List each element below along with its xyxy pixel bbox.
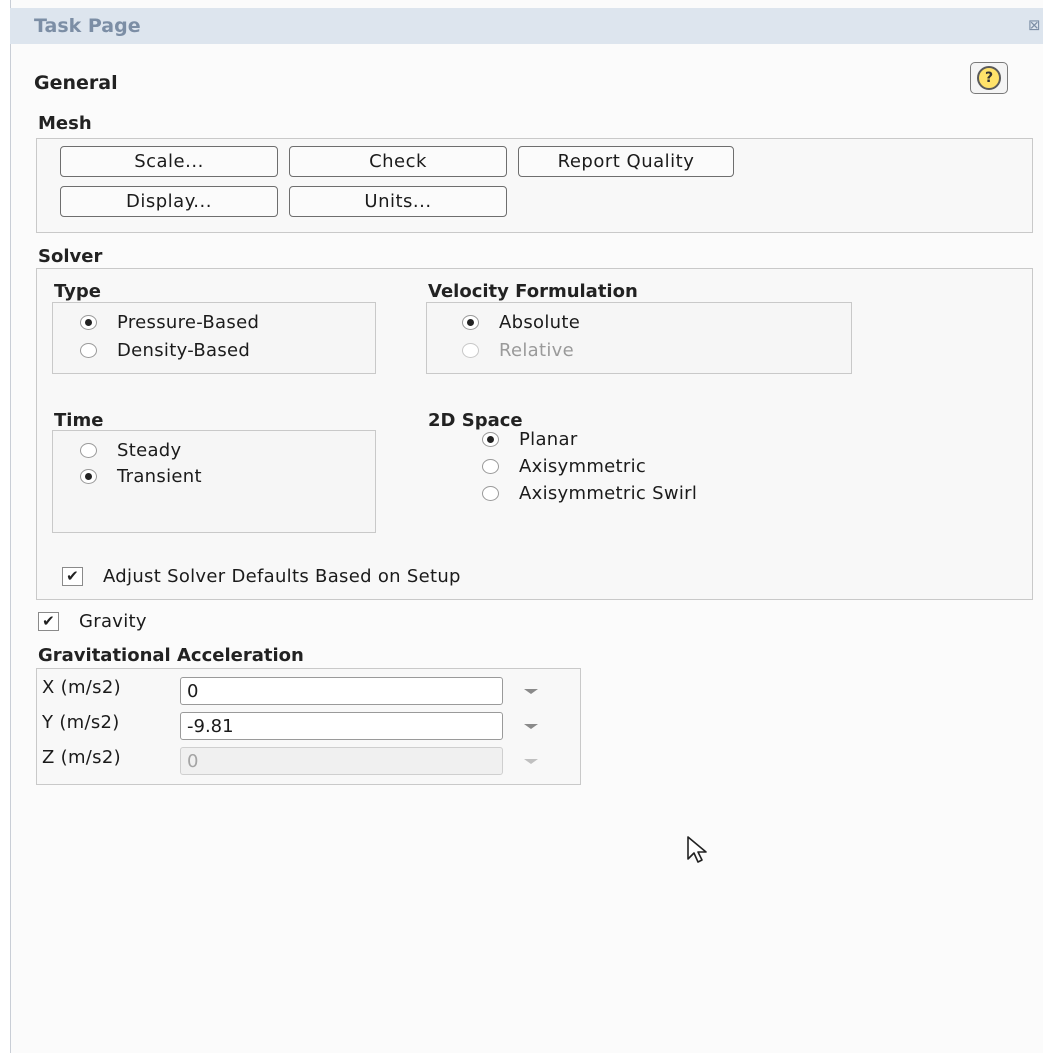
help-icon: ? xyxy=(977,66,1001,90)
close-icon[interactable]: ⊠ xyxy=(1028,16,1041,34)
y-gravity-label: Y (m/s2) xyxy=(42,712,120,733)
adjust-solver-defaults-checkbox[interactable]: ✔ Adjust Solver Defaults Based on Setup xyxy=(62,566,461,587)
z-gravity-label: Z (m/s2) xyxy=(42,747,121,768)
checkbox-label: Gravity xyxy=(79,611,147,632)
y-gravity-input[interactable]: -9.81 xyxy=(180,712,503,740)
radio-selected-icon xyxy=(80,315,97,330)
gravitational-acceleration-label: Gravitational Acceleration xyxy=(38,645,304,666)
window-title: Task Page xyxy=(34,15,141,37)
checkmark-icon: ✔ xyxy=(38,612,59,631)
solver-section-label: Solver xyxy=(38,246,103,267)
scale-button[interactable]: Scale... xyxy=(60,146,278,177)
radio-relative: Relative xyxy=(462,340,574,361)
space-2d-label: 2D Space xyxy=(428,410,523,431)
y-gravity-dropdown-icon[interactable] xyxy=(524,724,538,729)
z-gravity-dropdown-icon xyxy=(524,759,538,764)
x-gravity-dropdown-icon[interactable] xyxy=(524,689,538,694)
mouse-cursor-icon xyxy=(687,836,707,863)
radio-label: Absolute xyxy=(499,312,581,333)
radio-label: Density-Based xyxy=(117,340,251,361)
gravity-checkbox[interactable]: ✔ Gravity xyxy=(38,611,147,632)
radio-selected-icon xyxy=(80,469,97,484)
mesh-section-label: Mesh xyxy=(38,113,92,134)
radio-transient[interactable]: Transient xyxy=(80,466,202,487)
velocity-formulation-label: Velocity Formulation xyxy=(428,281,638,302)
x-gravity-label: X (m/s2) xyxy=(42,677,121,698)
report-quality-button[interactable]: Report Quality xyxy=(518,146,734,177)
radio-density-based[interactable]: Density-Based xyxy=(80,340,250,361)
checkbox-label: Adjust Solver Defaults Based on Setup xyxy=(103,566,461,587)
radio-axisymmetric[interactable]: Axisymmetric xyxy=(482,456,646,477)
radio-label: Steady xyxy=(117,440,182,461)
check-button[interactable]: Check xyxy=(289,146,507,177)
radio-selected-icon xyxy=(462,315,479,330)
help-button[interactable]: ? xyxy=(970,62,1008,94)
radio-label: Axisymmetric xyxy=(519,456,647,477)
radio-planar[interactable]: Planar xyxy=(482,429,578,450)
radio-selected-icon xyxy=(482,432,499,447)
time-label: Time xyxy=(54,410,104,431)
radio-unselected-icon xyxy=(80,343,97,358)
radio-axisymmetric-swirl[interactable]: Axisymmetric Swirl xyxy=(482,483,697,504)
display-button[interactable]: Display... xyxy=(60,186,278,217)
radio-unselected-icon xyxy=(80,443,97,458)
radio-label: Pressure-Based xyxy=(117,312,260,333)
type-label: Type xyxy=(54,281,101,302)
radio-pressure-based[interactable]: Pressure-Based xyxy=(80,312,259,333)
page-title: General xyxy=(34,72,118,94)
radio-label: Planar xyxy=(519,429,578,450)
radio-label: Transient xyxy=(117,466,202,487)
radio-label: Axisymmetric Swirl xyxy=(519,483,698,504)
radio-label: Relative xyxy=(499,340,574,361)
radio-unselected-icon xyxy=(482,459,499,474)
task-page-titlebar xyxy=(10,8,1043,44)
units-button[interactable]: Units... xyxy=(289,186,507,217)
radio-absolute[interactable]: Absolute xyxy=(462,312,580,333)
radio-disabled-icon xyxy=(462,343,479,358)
z-gravity-input: 0 xyxy=(180,747,503,775)
checkmark-icon: ✔ xyxy=(62,567,83,586)
radio-steady[interactable]: Steady xyxy=(80,440,181,461)
x-gravity-input[interactable]: 0 xyxy=(180,677,503,705)
radio-unselected-icon xyxy=(482,486,499,501)
